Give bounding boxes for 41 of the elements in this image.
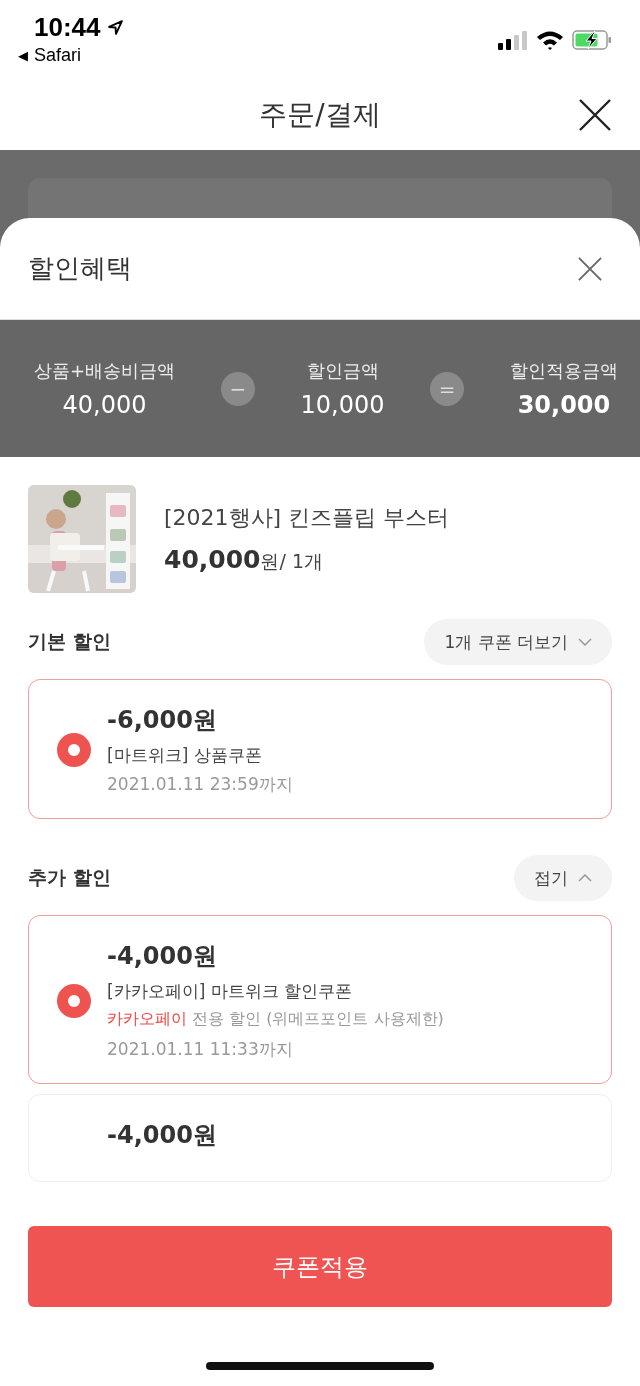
- chevron-icon: [578, 638, 592, 646]
- location-arrow-icon: [106, 19, 124, 36]
- section-title: 기본 할인: [28, 629, 111, 654]
- toggle-button[interactable]: 접기: [514, 855, 612, 901]
- wifi-icon: [536, 30, 564, 50]
- summary-label: 상품+배송비금액: [34, 358, 176, 383]
- coupon-card[interactable]: -4,000원: [28, 1094, 612, 1182]
- summary-label: 할인적용금액: [509, 358, 618, 383]
- coupon-name: [마트위크] 상품쿠폰: [107, 744, 263, 767]
- coupon-card[interactable]: -4,000원 [카카오페이] 마트위크 할인쿠폰 카카오페이 전용 할인 (위메프포인트 사용제한) 2021.01.11 11:33까지: [28, 915, 612, 1084]
- coupon-amount: -4,000원: [107, 941, 218, 972]
- coupon-amount: -4,000원: [107, 1120, 217, 1151]
- coupon-amount: -6,000원: [107, 705, 218, 736]
- back-arrow[interactable]: ◀: [18, 48, 28, 63]
- operator-sign: =: [430, 371, 465, 406]
- summary-amount: 30,000: [517, 390, 611, 419]
- toggle-button[interactable]: 1개 쿠폰 더보기: [424, 619, 612, 665]
- page-title: 주문/결제: [259, 97, 381, 133]
- sheet-title: 할인혜택: [28, 252, 132, 285]
- radio-button[interactable]: [57, 733, 91, 767]
- summary-label: 할인금액: [306, 358, 379, 383]
- chevron-icon: [578, 874, 592, 882]
- product-name: [2021행사] 킨즈플립 부스터: [164, 504, 450, 532]
- signal-icon: [498, 30, 528, 50]
- coupon-note: 전용 할인 (위메프포인트 사용제한): [192, 1009, 444, 1030]
- close-icon[interactable]: [578, 98, 612, 132]
- clock-time: 10:44: [34, 12, 101, 43]
- battery-charging-icon: [572, 30, 612, 50]
- product-price: 40,000: [164, 545, 261, 574]
- section-title: 추가 할인: [28, 865, 111, 890]
- payment-brand-text: 카카오페이: [107, 1009, 187, 1030]
- coupon-card[interactable]: -6,000원 [마트위크] 상품쿠폰 2021.01.11 23:59까지: [28, 679, 612, 819]
- price-unit: 원/ 1개: [260, 550, 323, 572]
- operator-sign: −: [220, 371, 255, 406]
- coupon-expiry: 2021.01.11 23:59까지: [107, 773, 293, 796]
- back-app-link[interactable]: Safari: [34, 45, 82, 66]
- summary-amount: 10,000: [300, 390, 385, 419]
- coupon-expiry: 2021.01.11 11:33까지: [107, 1038, 294, 1061]
- coupon-name: [카카오페이] 마트위크 할인쿠폰: [107, 980, 354, 1003]
- summary-amount: 40,000: [62, 390, 147, 419]
- radio-button[interactable]: [57, 983, 91, 1018]
